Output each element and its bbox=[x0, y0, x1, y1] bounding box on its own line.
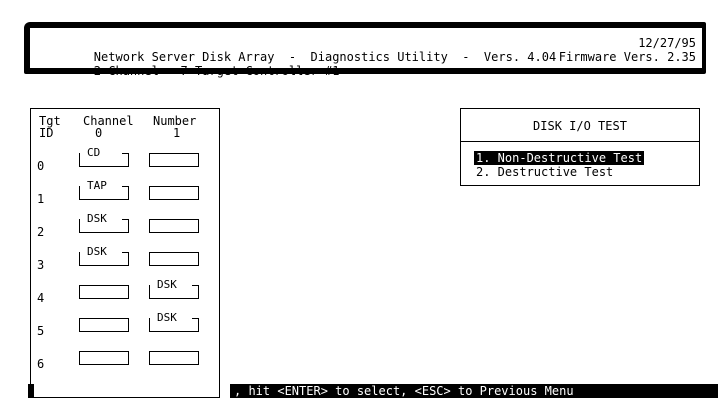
channel-1-label: 1 bbox=[173, 126, 181, 140]
title-line-1: Network Server Disk Array - Diagnostics … bbox=[36, 36, 696, 64]
target-channel-panel: Tgt ID Channel Number 0 1 0 CD 1 TAP 2 DSK 3 DS… bbox=[30, 108, 220, 398]
device-slot-ch0-id1: TAP bbox=[79, 180, 129, 200]
target-id-3: 3 bbox=[37, 258, 45, 272]
device-slot-ch1-id4: DSK bbox=[149, 279, 199, 299]
disk-io-test-menu: DISK I/O TEST 1. Non-Destructive Test 2.… bbox=[460, 108, 700, 186]
target-id-4: 4 bbox=[37, 291, 45, 305]
target-id-5: 5 bbox=[37, 324, 45, 338]
header-channel: Channel bbox=[83, 114, 134, 128]
device-slot-ch0-id3: DSK bbox=[79, 246, 129, 266]
device-slot-ch1-id2 bbox=[149, 219, 199, 233]
device-slot-ch1-id3 bbox=[149, 252, 199, 266]
target-id-1: 1 bbox=[37, 192, 45, 206]
status-hint: , hit <ENTER> to select, <ESC> to Previo… bbox=[230, 384, 718, 398]
device-type-label: DSK bbox=[86, 245, 108, 258]
title-banner-body: Network Server Disk Array - Diagnostics … bbox=[30, 28, 702, 78]
device-slot-ch1-id6 bbox=[149, 351, 199, 365]
title-banner: Network Server Disk Array - Diagnostics … bbox=[24, 22, 706, 78]
menu-divider bbox=[461, 141, 699, 142]
device-type-label: DSK bbox=[156, 311, 178, 324]
target-id-6: 6 bbox=[37, 357, 45, 371]
target-id-2: 2 bbox=[37, 225, 45, 239]
target-id-0: 0 bbox=[37, 159, 45, 173]
device-type-label: DSK bbox=[156, 278, 178, 291]
device-slot-ch1-id5: DSK bbox=[149, 312, 199, 332]
option-destructive-test[interactable]: 2. Destructive Test bbox=[474, 165, 615, 179]
diagnostics-screen: Network Server Disk Array - Diagnostics … bbox=[0, 0, 718, 413]
device-type-label: DSK bbox=[86, 212, 108, 225]
device-slot-ch1-id1 bbox=[149, 186, 199, 200]
device-slot-ch0-id6 bbox=[79, 351, 129, 365]
device-slot-ch0-id5 bbox=[79, 318, 129, 332]
controller-info: 2 Channel - 7 Target Controller #1 bbox=[93, 64, 340, 78]
device-slot-ch0-id2: DSK bbox=[79, 213, 129, 233]
device-type-label: TAP bbox=[86, 179, 108, 192]
firmware-version: Firmware Vers. 2.35 bbox=[558, 50, 696, 64]
device-slot-ch0-id4 bbox=[79, 285, 129, 299]
status-cursor bbox=[28, 384, 34, 398]
channel-0-label: 0 bbox=[95, 126, 103, 140]
status-line: , hit <ENTER> to select, <ESC> to Previo… bbox=[0, 384, 718, 398]
disk-io-title: DISK I/O TEST bbox=[533, 119, 627, 133]
device-type-label: CD bbox=[86, 146, 102, 159]
release-date: 12/27/95 bbox=[638, 36, 696, 50]
device-slot-ch0-id0: CD bbox=[79, 147, 129, 167]
header-id: ID bbox=[39, 126, 54, 140]
option-non-destructive-test[interactable]: 1. Non-Destructive Test bbox=[474, 151, 645, 165]
device-slot-ch1-id0 bbox=[149, 153, 199, 167]
title-line-2: 2 Channel - 7 Target Controller #1 Firmw… bbox=[36, 50, 696, 78]
